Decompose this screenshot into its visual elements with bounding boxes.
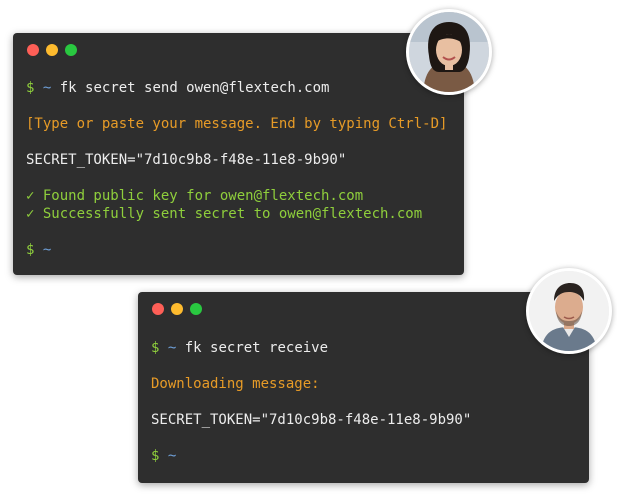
prompt-dollar: $ bbox=[151, 448, 160, 464]
prompt-dollar: $ bbox=[151, 340, 160, 356]
maximize-button[interactable] bbox=[190, 303, 202, 315]
woman-avatar-icon bbox=[409, 12, 489, 92]
receiver-avatar bbox=[526, 268, 612, 354]
command-text: fk secret receive bbox=[184, 340, 329, 356]
success-message: ✓ Found public key for owen@flextech.com bbox=[26, 188, 364, 204]
close-button[interactable] bbox=[27, 44, 39, 56]
window-controls bbox=[27, 44, 77, 56]
man-avatar-icon bbox=[529, 271, 609, 351]
receiver-terminal-window: $ ~ fk secret receive Downloading messag… bbox=[138, 292, 589, 483]
prompt-dollar: $ bbox=[26, 80, 35, 96]
minimize-button[interactable] bbox=[171, 303, 183, 315]
success-message: ✓ Successfully sent secret to owen@flext… bbox=[26, 206, 423, 222]
maximize-button[interactable] bbox=[65, 44, 77, 56]
command-line: $ ~ fk secret send owen@flextech.com bbox=[26, 79, 329, 97]
end-prompt: $ ~ bbox=[26, 241, 51, 259]
prompt-tilde: ~ bbox=[167, 448, 177, 464]
secret-token-text: SECRET_TOKEN="7d10c9b8-f48e-11e8-9b90" bbox=[26, 152, 347, 168]
prompt-tilde: ~ bbox=[42, 242, 52, 258]
secret-token-text: SECRET_TOKEN="7d10c9b8-f48e-11e8-9b90" bbox=[151, 412, 472, 428]
close-button[interactable] bbox=[152, 303, 164, 315]
prompt-tilde: ~ bbox=[167, 340, 177, 356]
end-prompt: $ ~ bbox=[151, 447, 176, 465]
status-text: Downloading message: bbox=[151, 376, 320, 392]
sender-avatar bbox=[406, 9, 492, 95]
window-controls bbox=[152, 303, 202, 315]
instruction-text: [Type or paste your message. End by typi… bbox=[26, 116, 448, 132]
command-line: $ ~ fk secret receive bbox=[151, 339, 328, 357]
prompt-tilde: ~ bbox=[42, 80, 52, 96]
minimize-button[interactable] bbox=[46, 44, 58, 56]
prompt-dollar: $ bbox=[26, 242, 35, 258]
command-text: fk secret send owen@flextech.com bbox=[59, 80, 330, 96]
sender-terminal-window: $ ~ fk secret send owen@flextech.com [Ty… bbox=[13, 33, 464, 275]
